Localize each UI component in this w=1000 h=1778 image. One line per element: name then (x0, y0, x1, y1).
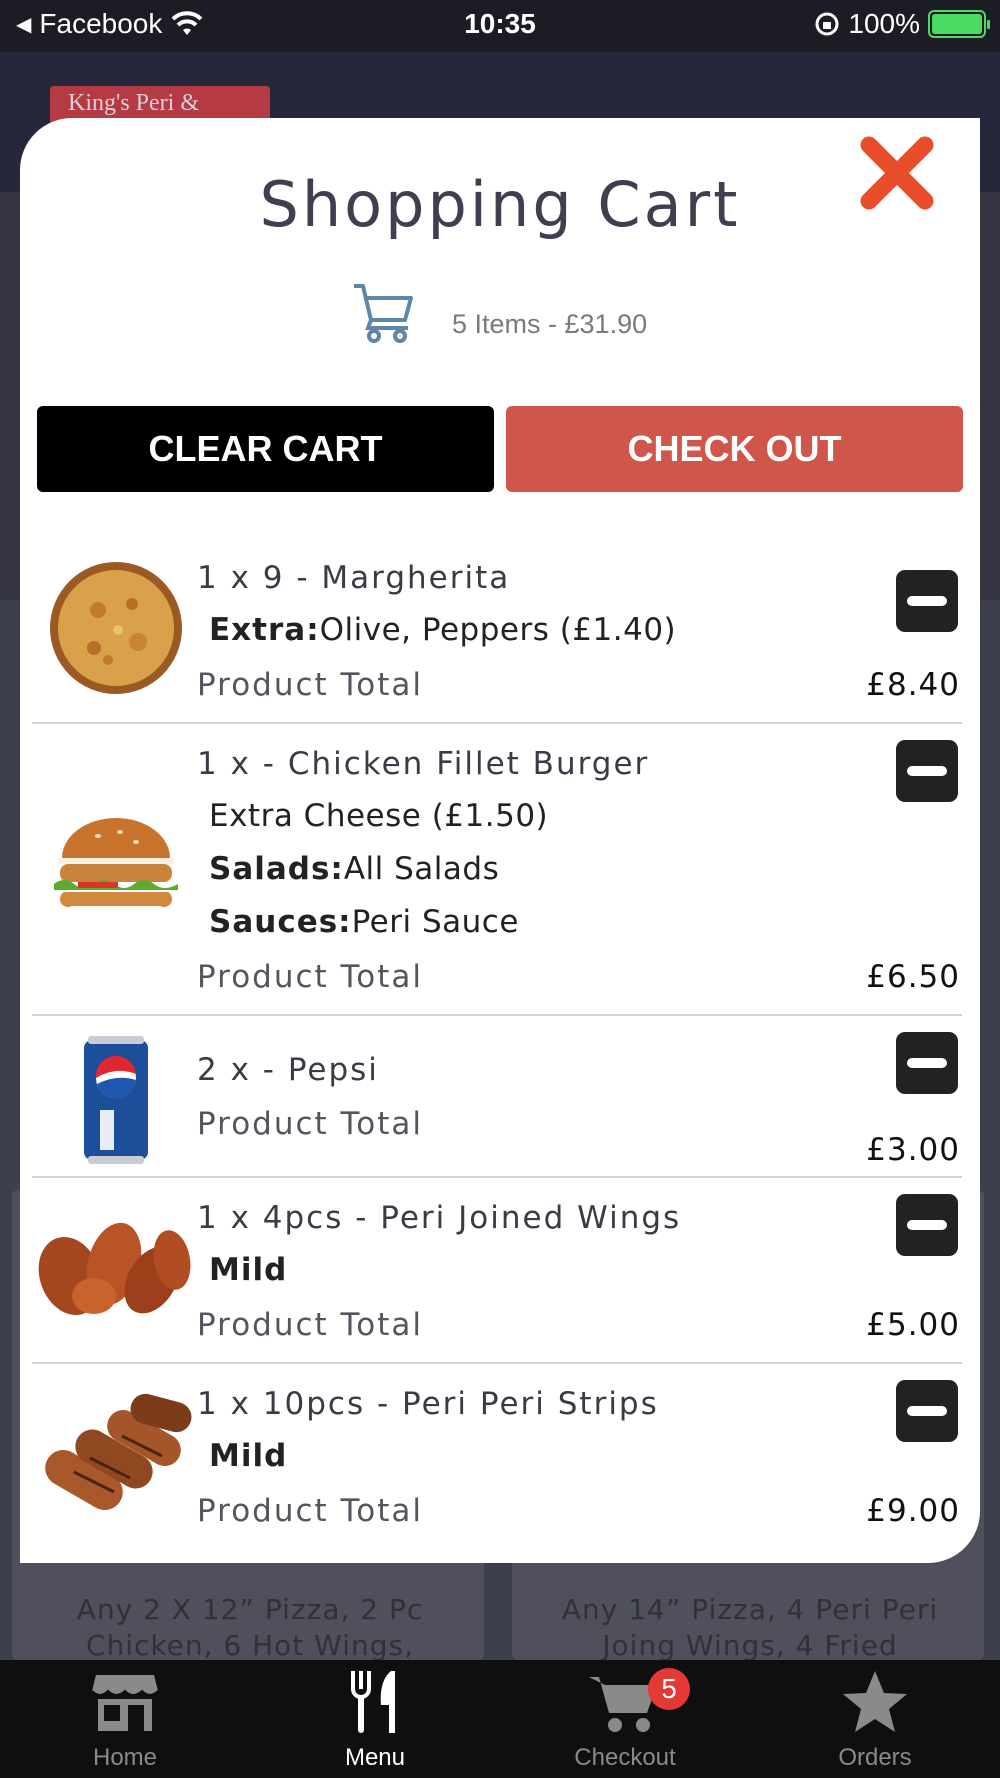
bottom-tab-bar: Home Menu 5 Checkout Orders (0, 1660, 1000, 1778)
item-option: Mild (209, 1438, 288, 1474)
minus-icon (907, 766, 947, 776)
burger-image (42, 804, 190, 924)
status-bar: ◀ Facebook 10:35 100% (0, 0, 1000, 52)
product-total-price: £5.00 (866, 1307, 960, 1343)
tab-label: Orders (838, 1744, 912, 1771)
item-name: 1 x 4pcs - Peri Joined Wings (197, 1200, 682, 1236)
minus-icon (907, 1058, 947, 1068)
remove-item-button[interactable] (896, 1380, 958, 1442)
clear-cart-button[interactable]: CLEAR CART (37, 406, 494, 492)
checkout-button[interactable]: CHECK OUT (506, 406, 963, 492)
item-option: Salads:All Salads (209, 851, 500, 887)
chicken-strips-image (34, 1390, 194, 1530)
cart-icon (354, 284, 413, 343)
product-total-label: Product Total (197, 1106, 423, 1142)
cart-summary: 5 Items - £31.90 (350, 280, 647, 346)
fork-knife-icon (347, 1666, 403, 1738)
product-total-label: Product Total (197, 1493, 423, 1529)
item-name: 2 x - Pepsi (197, 1052, 379, 1088)
page-title: Shopping Cart (259, 168, 741, 241)
cart-item-list: 1 x 9 - Margherita Extra:Olive, Peppers … (32, 538, 962, 1550)
shopping-cart-modal: Shopping Cart 5 Items - £31.90 CLEAR CAR… (20, 118, 980, 1563)
item-option: Mild (209, 1252, 288, 1288)
remove-item-button[interactable] (896, 1032, 958, 1094)
product-total-label: Product Total (197, 667, 423, 703)
tab-orders[interactable]: Orders (750, 1660, 1000, 1778)
item-name: 1 x 10pcs - Peri Peri Strips (197, 1386, 659, 1422)
battery-icon (928, 10, 990, 38)
product-total-price: £6.50 (866, 959, 960, 995)
remove-item-button[interactable] (896, 570, 958, 632)
store-icon (90, 1666, 160, 1738)
item-option: Extra Cheese (£1.50) (209, 798, 549, 834)
star-icon (841, 1666, 909, 1738)
product-total-price: £8.40 (866, 667, 960, 703)
cart-item: 1 x 10pcs - Peri Peri Strips Mild Produc… (32, 1364, 962, 1550)
item-option: Sauces:Peri Sauce (209, 904, 519, 940)
cart-summary-text: 5 Items - £31.90 (452, 308, 648, 339)
product-total-price: £3.00 (866, 1132, 960, 1168)
product-total-price: £9.00 (866, 1493, 960, 1529)
cart-item: 1 x 4pcs - Peri Joined Wings Mild Produc… (32, 1178, 962, 1364)
battery-percent: 100% (848, 8, 920, 39)
tab-checkout[interactable]: 5 Checkout (500, 1660, 750, 1778)
pepsi-can-image (42, 1032, 190, 1168)
chicken-wings-image (34, 1214, 194, 1324)
background-card-left-text: Any 2 X 12” Pizza, 2 Pc Chicken, 6 Hot W… (76, 1593, 424, 1662)
product-total-label: Product Total (197, 959, 423, 995)
pizza-image (42, 558, 190, 698)
item-name: 1 x - Chicken Fillet Burger (197, 746, 650, 782)
tab-menu[interactable]: Menu (250, 1660, 500, 1778)
item-name: 1 x 9 - Margherita (197, 560, 511, 596)
tab-label: Menu (344, 1744, 406, 1771)
rotation-lock-icon (815, 12, 839, 36)
background-card-right-text: Any 14” Pizza, 4 Peri Peri Joing Wings, … (561, 1593, 939, 1662)
remove-item-button[interactable] (896, 1194, 958, 1256)
tab-home[interactable]: Home (0, 1660, 250, 1778)
checkout-count-badge: 5 (648, 1668, 690, 1710)
minus-icon (907, 1220, 947, 1230)
tab-label: Home (92, 1744, 158, 1771)
item-option: Extra:Olive, Peppers (£1.40) (209, 612, 677, 648)
cart-item: 1 x - Chicken Fillet Burger Extra Cheese… (32, 724, 962, 1016)
cart-item: 1 x 9 - Margherita Extra:Olive, Peppers … (32, 538, 962, 724)
remove-item-button[interactable] (896, 740, 958, 802)
minus-icon (907, 596, 947, 606)
cart-item: 2 x - Pepsi Product Total £3.00 (32, 1016, 962, 1178)
minus-icon (907, 1406, 947, 1416)
tab-label: Checkout (574, 1744, 676, 1771)
product-total-label: Product Total (197, 1307, 423, 1343)
